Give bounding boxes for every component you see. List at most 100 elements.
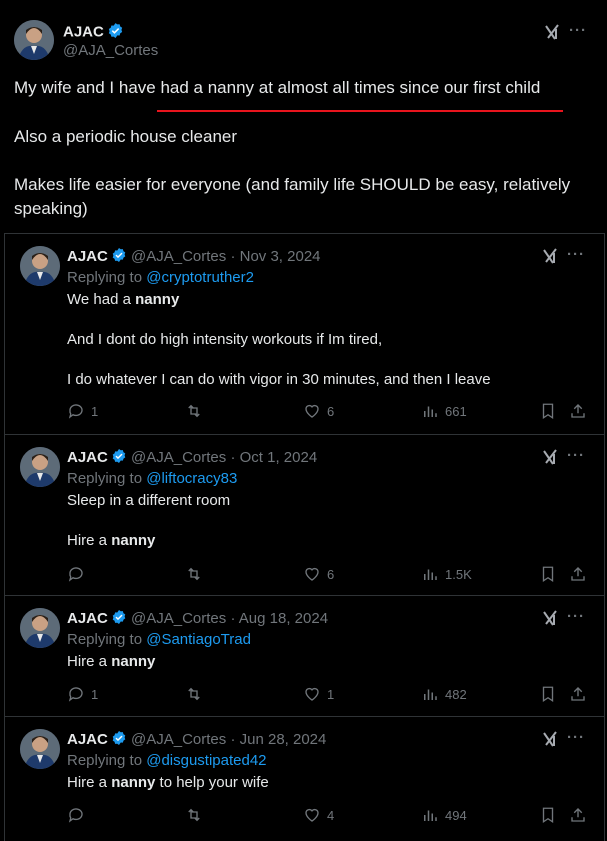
repost-icon — [188, 567, 200, 581]
avatar[interactable] — [20, 246, 60, 286]
action-bar: 1 1 482 — [67, 685, 587, 705]
reply-date[interactable]: Oct 1, 2024 — [240, 449, 318, 466]
reply-header: AJAC @AJA_Cortes · Oct 1, 2024 — [67, 448, 317, 468]
grok-icon[interactable] — [543, 23, 561, 41]
repost-button[interactable] — [185, 565, 209, 583]
action-bar: 6 1.5K — [67, 565, 587, 585]
reply-header: AJAC @AJA_Cortes · Jun 28, 2024 — [67, 730, 326, 750]
reply-handle[interactable]: @AJA_Cortes — [131, 731, 226, 748]
reply-item[interactable]: AJAC @AJA_Cortes · Aug 18, 2024 ··· Repl… — [5, 596, 604, 717]
reply-item[interactable]: AJAC @AJA_Cortes · Oct 1, 2024 ··· Reply… — [5, 435, 604, 596]
grok-icon[interactable] — [541, 730, 559, 748]
more-icon[interactable]: ··· — [569, 22, 587, 39]
replying-to-link[interactable]: @liftocracy83 — [146, 470, 237, 487]
more-icon[interactable]: ··· — [567, 246, 585, 263]
more-icon[interactable]: ··· — [567, 729, 585, 746]
views-button[interactable]: 1.5K — [421, 565, 472, 583]
reply-author-name[interactable]: AJAC — [67, 610, 108, 627]
views-icon — [424, 810, 437, 821]
verified-badge-icon — [111, 609, 127, 629]
reply-header: AJAC @AJA_Cortes · Nov 3, 2024 — [67, 247, 321, 267]
reply-button[interactable]: 1 — [67, 685, 98, 703]
grok-icon[interactable] — [541, 247, 559, 265]
share-button[interactable] — [569, 685, 587, 703]
views-button[interactable]: 494 — [421, 806, 467, 824]
like-button[interactable]: 6 — [303, 565, 334, 583]
post-text-line-2: Also a periodic house cleaner — [14, 127, 238, 146]
reply-text-line: Sleep in a different room — [67, 492, 231, 509]
grok-icon[interactable] — [541, 609, 559, 627]
post-text-line-3: Makes life easier for everyone (and fami… — [14, 175, 571, 218]
bookmark-icon — [542, 403, 554, 420]
verified-badge-icon — [107, 22, 124, 43]
like-button[interactable]: 4 — [303, 806, 334, 824]
bookmark-button[interactable] — [539, 402, 557, 420]
views-button[interactable]: 661 — [421, 402, 467, 420]
reply-button[interactable]: 1 — [67, 402, 98, 420]
share-button[interactable] — [569, 402, 587, 420]
bookmark-icon — [542, 686, 554, 703]
bookmark-button[interactable] — [539, 685, 557, 703]
replies-list: AJAC @AJA_Cortes · Nov 3, 2024 ··· Reply… — [4, 233, 605, 841]
reply-author-name[interactable]: AJAC — [67, 731, 108, 748]
reply-text-line: Hire a nanny — [67, 532, 156, 549]
avatar[interactable] — [20, 608, 60, 648]
replying-to-link[interactable]: @SantiagoTrad — [146, 631, 251, 648]
replying-to: Replying to @liftocracy83 — [67, 470, 238, 487]
replying-to: Replying to @cryptotruther2 — [67, 269, 254, 286]
share-icon — [571, 404, 585, 418]
main-post: AJAC @AJA_Cortes ··· My wife and I have … — [0, 0, 607, 232]
repost-button[interactable] — [185, 685, 209, 703]
red-underline — [157, 110, 563, 112]
more-icon[interactable]: ··· — [567, 447, 585, 464]
reply-button[interactable] — [67, 806, 91, 824]
more-icon[interactable]: ··· — [567, 608, 585, 625]
reply-date[interactable]: Jun 28, 2024 — [240, 731, 327, 748]
action-bar: 1 6 661 — [67, 402, 587, 422]
like-button[interactable]: 1 — [303, 685, 334, 703]
views-icon — [424, 406, 437, 417]
bookmark-icon — [542, 566, 554, 583]
avatar[interactable] — [14, 20, 54, 60]
share-button[interactable] — [569, 806, 587, 824]
reply-handle[interactable]: @AJA_Cortes — [131, 610, 226, 627]
verified-badge-icon — [111, 448, 127, 468]
replying-to: Replying to @SantiagoTrad — [67, 631, 251, 648]
reply-text-line: Hire a nanny to help your wife — [67, 774, 269, 791]
replying-to-link[interactable]: @disgustipated42 — [146, 752, 266, 769]
bookmark-button[interactable] — [539, 565, 557, 583]
reply-item[interactable]: AJAC @AJA_Cortes · Nov 3, 2024 ··· Reply… — [5, 234, 604, 435]
reply-icon — [68, 567, 83, 582]
repost-button[interactable] — [185, 806, 209, 824]
reply-date[interactable]: Aug 18, 2024 — [239, 610, 328, 627]
repost-icon — [188, 808, 200, 822]
grok-icon[interactable] — [541, 448, 559, 466]
bookmark-button[interactable] — [539, 806, 557, 824]
reply-handle[interactable]: @AJA_Cortes — [131, 449, 226, 466]
author-handle[interactable]: @AJA_Cortes — [63, 42, 158, 59]
reply-icon — [68, 808, 83, 823]
like-button[interactable]: 6 — [303, 402, 334, 420]
reply-button[interactable] — [67, 565, 91, 583]
reply-author-name[interactable]: AJAC — [67, 449, 108, 466]
reply-icon — [68, 404, 83, 419]
reply-text-line: And I dont do high intensity workouts if… — [67, 331, 383, 348]
reply-author-name[interactable]: AJAC — [67, 248, 108, 265]
replying-to-link[interactable]: @cryptotruther2 — [146, 269, 254, 286]
date-separator: · — [226, 609, 239, 627]
share-button[interactable] — [569, 565, 587, 583]
post-text-line-1: My wife and I have had a nanny at almost… — [14, 78, 541, 97]
heart-icon — [305, 567, 319, 581]
avatar[interactable] — [20, 729, 60, 769]
repost-button[interactable] — [185, 402, 209, 420]
reply-date[interactable]: Nov 3, 2024 — [240, 248, 321, 265]
share-icon — [571, 567, 585, 581]
action-bar: 4 494 — [67, 806, 587, 826]
author-name[interactable]: AJAC — [63, 22, 124, 43]
reply-item[interactable]: AJAC @AJA_Cortes · Jun 28, 2024 ··· Repl… — [5, 717, 604, 841]
views-button[interactable]: 482 — [421, 685, 467, 703]
avatar[interactable] — [20, 447, 60, 487]
reply-text-line: Hire a nanny — [67, 653, 156, 670]
reply-icon — [68, 687, 83, 702]
reply-handle[interactable]: @AJA_Cortes — [131, 248, 226, 265]
